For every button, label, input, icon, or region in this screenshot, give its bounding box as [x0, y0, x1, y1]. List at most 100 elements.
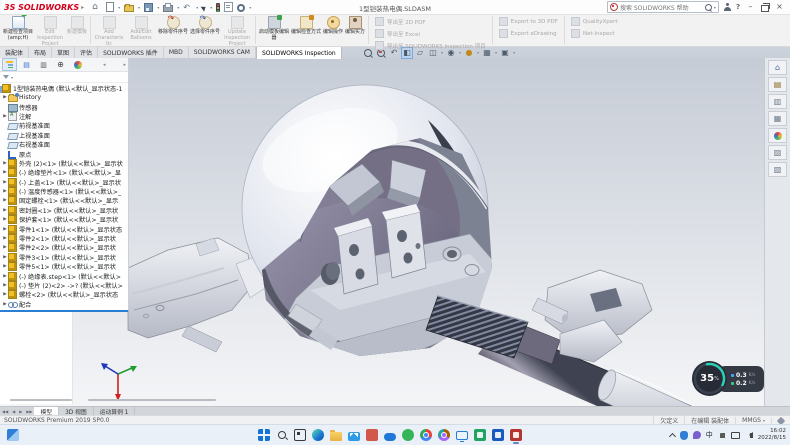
- edge-browser-icon[interactable]: [312, 429, 324, 441]
- tree-item-label[interactable]: 上视基准面: [19, 131, 50, 140]
- task-view-icon[interactable]: [294, 429, 306, 441]
- tree-item[interactable]: 右视基准面: [0, 140, 128, 149]
- solidworks-resources-icon[interactable]: [768, 60, 787, 75]
- remove-balloons-button[interactable]: 移除零件序号: [157, 14, 189, 46]
- open-icon[interactable]: [124, 5, 134, 12]
- tree-item[interactable]: ▶零件2<2> (默认<<默认>_显示状: [0, 243, 128, 252]
- tree-item[interactable]: ▶(-) 绝缘表.step<1> (默认<<默认>: [0, 271, 128, 280]
- tree-item[interactable]: ▶(-) 绝缘垫片<1> (默认<<默认>_显: [0, 168, 128, 177]
- user-account-icon[interactable]: [724, 3, 731, 11]
- tree-item-label[interactable]: 零件2<1> (默认<<默认>_显示状: [19, 234, 116, 243]
- file-explorer-taskbar-icon[interactable]: [330, 432, 342, 441]
- logo-flyout-arrow[interactable]: ▸: [81, 4, 84, 11]
- tree-item[interactable]: ▶螺栓<2> (默认<<默认>_显示状态: [0, 290, 128, 299]
- tree-item-label[interactable]: History: [19, 94, 41, 101]
- restore-window-button[interactable]: [761, 5, 769, 12]
- tree-item[interactable]: ▶(-) 上盖<1> (默认<<默认>_显示状: [0, 178, 128, 187]
- home-icon[interactable]: ⌂: [92, 3, 101, 12]
- help-search-input[interactable]: 搜索 SOLIDWORKS 帮助 ▾: [607, 1, 719, 13]
- security-shield-icon[interactable]: [680, 431, 688, 440]
- close-button[interactable]: ×: [774, 2, 785, 12]
- tree-item[interactable]: 传感器: [0, 102, 128, 111]
- display-manager-tab[interactable]: [70, 58, 85, 71]
- chevron-down-icon[interactable]: ▾: [157, 5, 159, 10]
- scrollbar[interactable]: [10, 399, 72, 401]
- tab-nav-last-icon[interactable]: ▶▶: [24, 409, 34, 414]
- green-app-icon[interactable]: [402, 429, 414, 441]
- tree-item-label[interactable]: 配合: [19, 300, 31, 309]
- tree-item-label[interactable]: 外壳 (2)<1> (默认<<默认>_显示状: [19, 159, 123, 168]
- tree-item[interactable]: ▶零件2<1> (默认<<默认>_显示状: [0, 234, 128, 243]
- tree-item-label[interactable]: 零件2<2> (默认<<默认>_显示状: [19, 243, 116, 252]
- cloud-app-icon[interactable]: [384, 433, 396, 441]
- undo-icon[interactable]: ↶: [183, 3, 192, 12]
- tab-layout[interactable]: 布局: [29, 46, 52, 58]
- taskbar-clock[interactable]: 16:02 2022/8/15: [758, 428, 786, 442]
- chevron-down-icon[interactable]: ▾: [477, 50, 479, 55]
- tree-item-label[interactable]: (-) 垫片 (2)<2> ->? (默认<<默认>: [19, 281, 123, 290]
- chevron-down-icon[interactable]: ▾: [459, 50, 461, 55]
- ime-indicator[interactable]: 中: [706, 430, 713, 440]
- edit-operations-button[interactable]: 编辑操作: [322, 14, 344, 46]
- blue-square-app-icon[interactable]: [492, 429, 504, 441]
- tree-item-label[interactable]: 螺栓<2> (默认<<默认>_显示状态: [19, 290, 118, 299]
- chevron-down-icon[interactable]: ▾: [196, 5, 198, 10]
- edit-inspection-methods-button[interactable]: 编辑检查方式: [290, 14, 322, 46]
- tree-item-label[interactable]: (-) 温度传感器<1> (默认<<默认>_: [19, 187, 121, 196]
- tab-scroll-left-icon[interactable]: ◂: [103, 62, 106, 68]
- tab-scroll-right-icon[interactable]: ▸: [123, 62, 126, 68]
- chevron-down-icon[interactable]: ▾: [11, 75, 13, 80]
- tree-item-label[interactable]: (-) 绝缘垫片<1> (默认<<默认>_显: [19, 168, 121, 177]
- file-explorer-icon[interactable]: [768, 94, 787, 109]
- select-balloons-button[interactable]: 选择零件序号: [189, 14, 221, 46]
- feature-tree-tab[interactable]: [2, 58, 17, 71]
- edit-customers-button[interactable]: 编辑实方: [344, 14, 366, 46]
- print-icon[interactable]: [163, 5, 173, 12]
- options-gear-icon[interactable]: [237, 4, 245, 12]
- tree-root-row[interactable]: 1型铠装热电偶 (默认<默认_显示状态-1: [0, 83, 128, 93]
- start-button-icon[interactable]: [258, 429, 270, 441]
- chevron-down-icon[interactable]: ▾: [138, 5, 140, 10]
- tree-item[interactable]: ▶外壳 (2)<1> (默认<<默认>_显示状: [0, 159, 128, 168]
- tree-item[interactable]: 原点: [0, 149, 128, 158]
- chevron-down-icon[interactable]: ▾: [249, 5, 251, 10]
- tree-item-label[interactable]: 零件5<1> (默认<<默认>_显示状: [19, 262, 116, 271]
- tab-solidworks-cam[interactable]: SOLIDWORKS CAM: [189, 46, 256, 58]
- tag-icon[interactable]: [771, 418, 790, 424]
- tree-item[interactable]: ▶(-) 温度传感器<1> (默认<<默认>_: [0, 187, 128, 196]
- browser-app-icon[interactable]: [438, 429, 450, 441]
- tree-item-label[interactable]: 注解: [19, 112, 31, 121]
- tree-item[interactable]: ▶零件3<1> (默认<<默认>_显示状: [0, 253, 128, 262]
- tab-solidworks-inspection[interactable]: SOLIDWORKS Inspection: [256, 46, 342, 59]
- tree-item-label[interactable]: 零件1<1> (默认<<默认>_显示状态: [19, 225, 122, 234]
- chevron-down-icon[interactable]: ▾: [513, 50, 515, 55]
- tree-root-label[interactable]: 1型铠装热电偶 (默认<默认_显示状态-1: [13, 84, 122, 93]
- tree-item-label[interactable]: 原点: [19, 150, 31, 159]
- tab-nav-next-icon[interactable]: ▶: [17, 409, 24, 414]
- widgets-icon[interactable]: [7, 429, 19, 441]
- tree-item[interactable]: ▶固定螺栓<1> (默认<<默认>_显示: [0, 196, 128, 205]
- chevron-down-icon[interactable]: ▾: [177, 5, 179, 10]
- tree-item-label[interactable]: 固定螺栓<1> (默认<<默认>_显示: [19, 196, 118, 205]
- tab-addins[interactable]: SOLIDWORKS 插件: [98, 46, 164, 58]
- rebuild-icon[interactable]: [216, 3, 220, 12]
- file-properties-icon[interactable]: [224, 2, 233, 12]
- tab-nav-first-icon[interactable]: ◀◀: [0, 409, 10, 414]
- tree-item[interactable]: ▶保护套<1> (默认<<默认>_显示状: [0, 215, 128, 224]
- tree-item-label[interactable]: 传感器: [19, 103, 38, 112]
- usage-percent-circle[interactable]: 35 %: [692, 361, 727, 396]
- tray-app-icon[interactable]: [693, 431, 701, 439]
- select-cursor-icon[interactable]: [201, 4, 208, 11]
- tree-item-label[interactable]: 右视基准面: [19, 140, 50, 149]
- tree-item[interactable]: ▶History: [0, 93, 128, 102]
- tab-mbd[interactable]: MBD: [164, 46, 189, 58]
- view-palette-icon[interactable]: [768, 111, 787, 126]
- new-document-icon[interactable]: [106, 2, 114, 12]
- tree-item[interactable]: ▶零件5<1> (默认<<默认>_显示状: [0, 262, 128, 271]
- taskbar-search-icon[interactable]: [276, 429, 288, 441]
- tab-assembly[interactable]: 装配体: [0, 46, 29, 58]
- tree-item-label[interactable]: 保护套<1> (默认<<默认>_显示状: [19, 215, 118, 224]
- save-icon[interactable]: [144, 3, 153, 12]
- volume-icon[interactable]: [750, 433, 753, 438]
- launch-template-editor-button[interactable]: 启动模板编辑器: [258, 14, 290, 46]
